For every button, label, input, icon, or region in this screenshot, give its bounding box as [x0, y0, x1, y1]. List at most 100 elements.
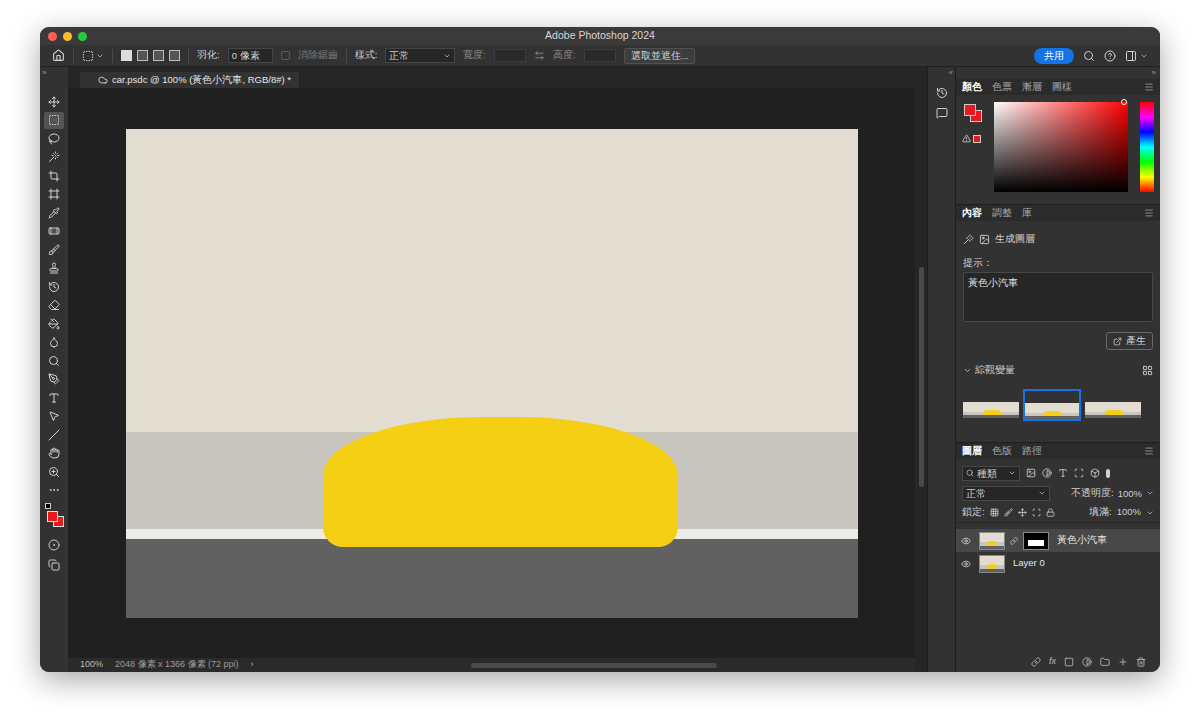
smart-object-filter-icon[interactable] — [1090, 468, 1100, 478]
selection-mode-icon[interactable] — [121, 50, 132, 61]
style-dropdown[interactable]: 正常 — [385, 48, 455, 63]
layer-name[interactable]: Layer 0 — [1013, 556, 1045, 570]
saturation-field[interactable] — [994, 102, 1128, 192]
layer-style-button[interactable]: fx — [1049, 655, 1056, 669]
layer-row[interactable]: 黃色小汽車 — [956, 529, 1160, 552]
grid-view-icon[interactable] — [1142, 365, 1153, 376]
zoom-button[interactable] — [78, 32, 87, 41]
new-layer-icon[interactable] — [1118, 657, 1128, 667]
horizontal-scrollbar[interactable] — [266, 663, 911, 668]
workspace-chevron-icon[interactable] — [1140, 52, 1148, 60]
delete-layer-icon[interactable] — [1136, 657, 1146, 667]
workspace-icon[interactable] — [1125, 50, 1137, 62]
opacity-chevron-icon[interactable] — [1146, 489, 1154, 497]
variation-thumbnail[interactable] — [963, 402, 1019, 420]
share-button[interactable]: 共用 — [1034, 48, 1074, 64]
height-field[interactable] — [584, 49, 616, 62]
panel-tab[interactable]: 內容 — [962, 208, 982, 218]
filter-toggle[interactable] — [1106, 469, 1110, 478]
blend-mode-dropdown[interactable]: 正常 — [962, 486, 1050, 501]
adjustment-filter-icon[interactable] — [1042, 468, 1052, 478]
tool-button[interactable] — [44, 297, 64, 315]
group-icon[interactable] — [1100, 657, 1110, 667]
panel-menu-icon[interactable] — [1144, 82, 1154, 92]
feather-field[interactable]: 0 像素 — [228, 48, 273, 63]
scroll-thumb[interactable] — [471, 663, 717, 668]
lock-pixels-icon[interactable] — [1004, 508, 1013, 517]
panel-tab[interactable]: 圖層 — [962, 446, 982, 456]
tool-button[interactable] — [44, 186, 64, 204]
visibility-icon[interactable] — [961, 536, 971, 546]
panel-tab[interactable]: 路徑 — [1022, 446, 1042, 456]
type-filter-icon[interactable] — [1058, 468, 1068, 478]
status-more[interactable]: › — [251, 658, 254, 672]
fill-field[interactable]: 100% — [1117, 505, 1141, 519]
tool-button[interactable] — [44, 371, 64, 389]
lock-transparency-icon[interactable] — [990, 508, 999, 517]
tool-button[interactable] — [44, 112, 64, 130]
toolbar-collapse[interactable]: » — [40, 67, 46, 79]
gamut-swatch[interactable] — [973, 135, 981, 143]
hue-slider[interactable] — [1140, 102, 1154, 192]
tool-button[interactable] — [44, 408, 64, 426]
tool-button[interactable] — [44, 204, 64, 222]
lock-all-icon[interactable] — [1046, 508, 1055, 517]
fill-chevron-icon[interactable] — [1146, 509, 1154, 517]
tool-button[interactable] — [44, 241, 64, 259]
tool-button[interactable] — [44, 463, 64, 481]
marquee-preset-icon[interactable] — [82, 50, 94, 62]
panel-tab[interactable]: 色票 — [992, 82, 1012, 92]
scroll-thumb[interactable] — [919, 267, 924, 487]
mask-link-icon[interactable] — [1010, 537, 1018, 545]
opacity-field[interactable]: 100% — [1118, 487, 1142, 500]
generate-button[interactable]: 產生 — [1106, 332, 1153, 350]
tool-button[interactable] — [44, 315, 64, 333]
variations-header[interactable]: 綜觀變量 — [963, 363, 1153, 377]
document-tab[interactable]: car.psdc @ 100% (黃色小汽車, RGB/8#) * — [80, 72, 299, 88]
selection-mode-icon[interactable] — [169, 50, 180, 61]
panel-tab[interactable]: 圖樣 — [1052, 82, 1072, 92]
width-field[interactable] — [494, 49, 526, 62]
swap-icon[interactable] — [534, 50, 545, 61]
tool-button[interactable] — [44, 167, 64, 185]
visibility-icon[interactable] — [961, 559, 971, 569]
tool-button[interactable] — [44, 260, 64, 278]
tool-button[interactable] — [44, 352, 64, 370]
tool-button[interactable] — [44, 278, 64, 296]
panel-tab[interactable]: 庫 — [1022, 208, 1032, 218]
layer-name[interactable]: 黃色小汽車 — [1057, 533, 1107, 547]
tool-button[interactable] — [44, 334, 64, 352]
tool-button[interactable] — [44, 426, 64, 444]
gamut-warning-icon[interactable] — [962, 134, 971, 143]
panel-tab[interactable]: 顏色 — [962, 82, 982, 92]
panels-collapse[interactable]: » — [1152, 67, 1156, 79]
tool-button[interactable] — [44, 482, 64, 500]
home-icon[interactable] — [52, 49, 65, 62]
layer-row[interactable]: Layer 0 — [956, 552, 1160, 575]
minimize-button[interactable] — [63, 32, 72, 41]
tool-button[interactable] — [44, 389, 64, 407]
panel-tab[interactable]: 漸層 — [1022, 82, 1042, 92]
lock-artboard-icon[interactable] — [1032, 508, 1041, 517]
preset-chevron-icon[interactable] — [96, 52, 104, 60]
selection-mode-icon[interactable] — [137, 50, 148, 61]
tool-button[interactable] — [44, 445, 64, 463]
panel-menu-icon[interactable] — [1144, 446, 1154, 456]
panel-tab[interactable]: 調整 — [992, 208, 1012, 218]
tool-button[interactable] — [44, 130, 64, 148]
zoom-level[interactable]: 100% — [80, 658, 103, 672]
image[interactable] — [126, 129, 858, 618]
foreground-color[interactable] — [964, 104, 976, 116]
history-panel-icon[interactable] — [936, 87, 948, 99]
adjustment-layer-icon[interactable] — [1082, 657, 1092, 667]
prompt-field[interactable]: 黃色小汽車 — [963, 272, 1153, 322]
pixel-filter-icon[interactable] — [1026, 468, 1036, 478]
variation-thumbnail[interactable] — [1085, 402, 1141, 420]
add-mask-icon[interactable] — [1064, 657, 1074, 667]
comments-panel-icon[interactable] — [936, 107, 948, 119]
close-button[interactable] — [48, 32, 57, 41]
screen-mode-icon[interactable] — [48, 559, 60, 571]
tool-button[interactable] — [44, 149, 64, 167]
tool-button[interactable] — [44, 223, 64, 241]
select-and-mask-button[interactable]: 選取並遮住... — [624, 48, 696, 64]
